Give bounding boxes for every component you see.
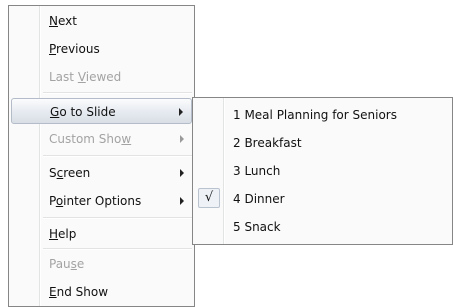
submenu-arrow-icon xyxy=(180,169,184,177)
submenu-arrow-icon xyxy=(180,135,184,143)
menu-item-label: Previous xyxy=(49,42,100,56)
menu-item-custom-show[interactable]: Custom Show xyxy=(11,126,192,152)
submenu-item-label: 4 Dinner xyxy=(233,192,285,206)
submenu-arrow-icon xyxy=(179,108,183,116)
menu-item-label: Custom Show xyxy=(49,132,132,146)
submenu-item-slide-3[interactable]: 3 Lunch xyxy=(195,158,450,184)
slideshow-context-menu: Next Previous Last Viewed Go to Slide Cu… xyxy=(8,5,195,307)
submenu-item-label: 2 Breakfast xyxy=(233,136,302,150)
submenu-item-slide-2[interactable]: 2 Breakfast xyxy=(195,130,450,156)
menu-item-go-to-slide[interactable]: Go to Slide xyxy=(11,98,192,124)
menu-item-last-viewed[interactable]: Last Viewed xyxy=(11,64,192,90)
submenu-item-label: 5 Snack xyxy=(233,220,281,234)
menu-separator xyxy=(43,217,192,219)
menu-item-label: Help xyxy=(49,227,77,241)
menu-item-next[interactable]: Next xyxy=(11,8,192,34)
menu-item-help[interactable]: Help xyxy=(11,221,192,247)
menu-item-label: Last Viewed xyxy=(49,70,122,84)
go-to-slide-submenu: 1 Meal Planning for Seniors 2 Breakfast … xyxy=(192,97,453,245)
menu-item-label: Screen xyxy=(49,166,91,180)
submenu-item-slide-4[interactable]: √ 4 Dinner xyxy=(195,186,450,212)
submenu-item-label: 1 Meal Planning for Seniors xyxy=(233,108,397,122)
submenu-arrow-icon xyxy=(180,197,184,205)
menu-item-previous[interactable]: Previous xyxy=(11,36,192,62)
menu-item-pointer-options[interactable]: Pointer Options xyxy=(11,188,192,214)
menu-separator xyxy=(43,92,192,94)
submenu-item-slide-1[interactable]: 1 Meal Planning for Seniors xyxy=(195,102,450,128)
submenu-item-slide-5[interactable]: 5 Snack xyxy=(195,214,450,240)
menu-item-end-show[interactable]: End Show xyxy=(11,279,192,305)
menu-item-label: Next xyxy=(49,14,77,28)
menu-item-label: Pointer Options xyxy=(49,194,142,208)
menu-item-label: End Show xyxy=(49,285,109,299)
menu-separator xyxy=(43,248,192,250)
submenu-item-label: 3 Lunch xyxy=(233,164,281,178)
menu-item-screen[interactable]: Screen xyxy=(11,160,192,186)
menu-item-pause[interactable]: Pause xyxy=(11,251,192,277)
checkmark-icon: √ xyxy=(198,188,220,208)
menu-item-label: Pause xyxy=(49,257,85,271)
menu-item-label: Go to Slide xyxy=(50,105,116,119)
menu-separator xyxy=(43,155,192,157)
